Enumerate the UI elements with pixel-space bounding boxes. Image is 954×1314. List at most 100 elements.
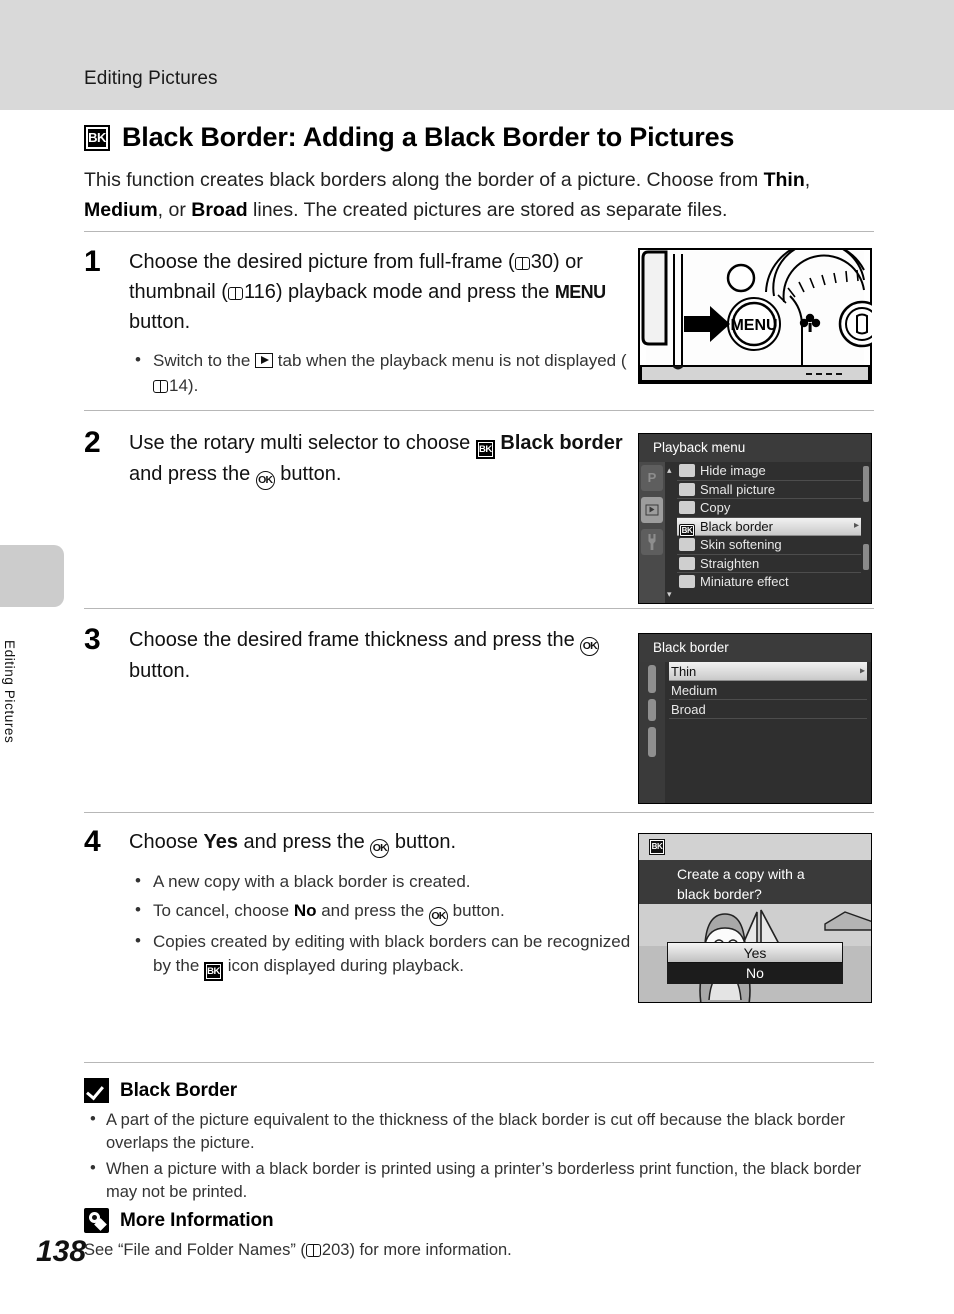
menu-scrollbar[interactable] — [863, 464, 869, 601]
black-border-menu-screen: Black border Thin ▸ Medium Broad — [638, 633, 872, 804]
step-4-text-a: Choose — [129, 831, 204, 853]
scroll-up-arrow-icon[interactable]: ▴ — [667, 465, 672, 476]
ok-button-icon: OK — [255, 471, 275, 490]
page-number: 138 — [36, 1235, 87, 1268]
small-picture-icon — [679, 482, 695, 496]
menu-scroll-arrows: ▴ ▾ — [665, 462, 677, 603]
more-info-ref: 203 — [321, 1241, 350, 1259]
step-1-bullets: Switch to the tab when the playback menu… — [129, 348, 634, 398]
menu-item-medium[interactable]: Medium — [669, 681, 867, 700]
caution-note-title: Black Border — [120, 1079, 238, 1101]
step-4-bullet-2-c: button. — [447, 900, 505, 920]
intro-sep-1: , — [804, 169, 811, 191]
sidebar-item-playback-tab[interactable] — [641, 497, 663, 523]
tab-marker — [648, 699, 656, 721]
camera-back-svg: MENU — [638, 248, 872, 384]
menu-item-broad[interactable]: Broad — [669, 700, 867, 719]
menu-item-black-border[interactable]: BK Black border ▸ — [677, 517, 861, 537]
scroll-down-arrow-icon[interactable]: ▾ — [667, 589, 672, 600]
step-4-bullet-2: To cancel, choose No and press the OK bu… — [129, 898, 634, 926]
camera-illustration: MENU — [638, 248, 872, 384]
step-2-text: Use the rotary multi selector to choose … — [129, 428, 634, 490]
intro-text-b: lines. The created pictures are stored a… — [247, 198, 728, 221]
step-1-bullet-b: tab when the playback menu is not displa… — [273, 351, 627, 370]
intro-bold-medium: Medium — [84, 198, 158, 221]
step-1-text: Choose the desired picture from full-fra… — [129, 247, 634, 402]
step-1-ref-a: 30 — [530, 251, 553, 273]
menu-item-copy[interactable]: Copy — [677, 499, 861, 518]
dialog-buttons: Yes No — [667, 942, 843, 984]
more-information-title: More Information — [120, 1209, 274, 1231]
dialog-question: Create a copy with a black border? — [639, 860, 871, 904]
divider-above-step-2 — [84, 410, 874, 411]
divider-above-notes — [84, 1062, 874, 1063]
menu-item-skin-softening[interactable]: Skin softening — [677, 536, 861, 555]
step-4-bullet-1: A new copy with a black border is create… — [129, 869, 634, 895]
yes-button[interactable]: Yes — [667, 942, 843, 963]
step-4-bullet-1-text: A new copy with a black border is create… — [153, 872, 471, 891]
step-3-text-a: Choose the desired frame thickness and p… — [129, 629, 581, 651]
menu-empty-area — [669, 719, 867, 738]
menu-item-hide-image[interactable]: Hide image — [677, 462, 861, 481]
menu-item-label: Miniature effect — [700, 574, 789, 589]
step-4-number: 4 — [84, 825, 101, 858]
menu-item-straighten[interactable]: Straighten — [677, 555, 861, 573]
wrench-icon — [648, 534, 656, 550]
chapter-title: Editing Pictures — [84, 68, 218, 89]
step-2-bold: Black border — [500, 432, 623, 454]
divider-above-step-3 — [84, 608, 874, 609]
caution-note-list: A part of the picture equivalent to the … — [84, 1108, 874, 1205]
dialog-question-line-2: black border? — [677, 886, 762, 903]
ok-button-icon: OK — [370, 839, 390, 858]
camera-menu-button-label: MENU — [730, 317, 777, 334]
step-4-bullet-2-bold: No — [293, 900, 317, 920]
no-button[interactable]: No — [667, 963, 843, 984]
menu-item-label: Hide image — [700, 463, 766, 478]
step-2-number: 2 — [84, 426, 101, 459]
straighten-icon — [679, 556, 695, 570]
chapter-side-label: Editing Pictures — [2, 640, 17, 744]
step-4-text-b: and press the — [237, 831, 371, 853]
book-ref-icon — [227, 287, 243, 300]
playback-menu-body: P ▴ ▾ Hide image Small picture Copy BK Bl… — [639, 462, 871, 603]
menu-item-label: Straighten — [700, 555, 760, 571]
step-4-bullets: A new copy with a black border is create… — [129, 869, 634, 982]
step-2-text-a: Use the rotary multi selector to choose — [129, 432, 476, 454]
menu-item-label: Medium — [671, 683, 718, 698]
menu-tab-column: P — [639, 462, 665, 603]
black-border-icon: BK — [679, 523, 695, 537]
step-4-bullet-3-c: icon displayed during playback. — [223, 956, 465, 976]
menu-item-label: Broad — [671, 702, 706, 717]
menu-button-glyph: MENU — [554, 282, 606, 302]
menu-item-label: Thin — [671, 664, 697, 679]
playback-menu-list: Hide image Small picture Copy BK Black bo… — [677, 462, 861, 592]
black-border-menu-body: Thin ▸ Medium Broad — [639, 662, 871, 803]
caution-note-heading: Black Border — [84, 1078, 874, 1103]
step-1-bullet-ref: 14 — [169, 375, 188, 395]
playback-menu-lcd: Playback menu P ▴ ▾ Hide image Small pic… — [638, 433, 872, 604]
section-intro: This function creates black borders alon… — [84, 166, 874, 225]
divider-above-step-1 — [84, 231, 874, 232]
step-4-bullet-2-b: and press the — [316, 900, 429, 920]
more-information-bulb-icon — [84, 1208, 109, 1233]
sidebar-item-setup-tab[interactable] — [641, 529, 663, 555]
hide-image-icon — [679, 464, 695, 477]
menu-item-miniature-effect[interactable]: Miniature effect — [677, 573, 861, 592]
caution-check-icon — [84, 1078, 109, 1103]
step-1-bullet-c: ). — [187, 375, 199, 395]
sidebar-item-shooting-tab[interactable]: P — [641, 465, 663, 491]
bk-icon: BK — [204, 962, 224, 982]
divider-above-step-4 — [84, 812, 874, 813]
menu-item-small-picture[interactable]: Small picture — [677, 481, 861, 499]
tab-marker — [648, 665, 656, 693]
step-4-text: Choose Yes and press the OK button. A ne… — [129, 827, 634, 985]
bk-icon: BK — [649, 839, 665, 855]
step-4-bullet-2-a: To cancel, choose — [153, 900, 294, 920]
black-border-menu-title: Black border — [639, 634, 871, 662]
submenu-arrow-icon: ▸ — [853, 520, 859, 531]
menu-item-thin[interactable]: Thin ▸ — [669, 662, 867, 681]
intro-sep-2: , or — [157, 198, 192, 221]
step-4-text-c: button. — [389, 831, 457, 853]
more-information-text: See “File and Folder Names” (203) for mo… — [84, 1239, 874, 1263]
playback-menu-title: Playback menu — [639, 434, 871, 462]
